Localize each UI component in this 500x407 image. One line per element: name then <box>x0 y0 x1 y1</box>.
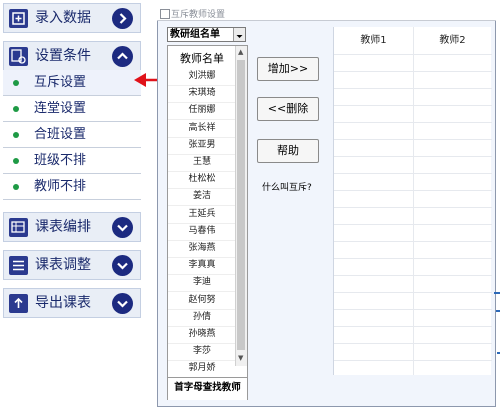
grid-header-teacher1: 教师1 <box>360 35 387 46</box>
nav-enter-data-label: 录入数据 <box>35 10 91 26</box>
edge-decoration <box>496 310 500 312</box>
sub-item-label: 班级不排 <box>34 153 87 168</box>
delete-button[interactable]: <<删除 <box>257 97 319 121</box>
bullet-icon <box>13 158 19 164</box>
grid-row-line <box>334 224 492 225</box>
teacher-list-item[interactable]: 姜洁 <box>168 188 236 207</box>
edge-decoration <box>494 292 500 294</box>
sub-item-label: 合班设置 <box>34 127 87 142</box>
grid-divider <box>413 27 414 375</box>
window-icon <box>160 9 170 19</box>
sub-item-consecutive[interactable]: 连堂设置 <box>3 96 141 122</box>
teacher-list-item[interactable]: 赵何努 <box>168 292 236 310</box>
sub-item-class-exclude[interactable]: 班级不排 <box>3 148 141 174</box>
chevron-up-icon[interactable] <box>112 46 133 67</box>
teacher-list-item[interactable]: 王慧 <box>168 154 236 172</box>
help-button[interactable]: 帮助 <box>257 139 319 163</box>
sub-item-merge-class[interactable]: 合班设置 <box>3 122 141 148</box>
bullet-icon <box>13 80 19 86</box>
sub-item-label: 连堂设置 <box>34 101 87 116</box>
grid-row-line <box>334 105 492 106</box>
schedule-edit-icon <box>9 218 28 237</box>
grid-row-line <box>334 173 492 174</box>
what-is-mutex-link[interactable]: 什么叫互斥? <box>262 180 312 193</box>
grid-row-line <box>334 241 492 242</box>
export-icon <box>9 294 28 313</box>
search-by-initial[interactable]: 首字母查找教师 <box>168 377 247 400</box>
add-button[interactable]: 增加>> <box>257 57 319 81</box>
nav-adjust-schedule-label: 课表调整 <box>35 257 91 273</box>
data-entry-icon <box>9 9 28 28</box>
mutex-grid[interactable]: 教师1 教师2 <box>333 27 492 375</box>
sub-item-label: 教师不排 <box>34 179 87 194</box>
teacher-list-item[interactable]: 高长祥 <box>168 120 236 138</box>
list-scrollbar[interactable]: ▲ ▼ <box>235 46 247 366</box>
grid-row-line <box>334 54 492 55</box>
nav-export-schedule[interactable]: 导出课表 <box>3 288 141 318</box>
nav-enter-data[interactable]: 录入数据 <box>3 3 141 33</box>
grid-row-line <box>334 71 492 72</box>
dropdown-arrow-icon[interactable] <box>233 28 245 41</box>
teacher-list-item[interactable]: 杜松松 <box>168 171 236 190</box>
teacher-list-item[interactable]: 李迪 <box>168 274 236 293</box>
group-combo-value: 教研组名单 <box>170 29 220 40</box>
menu-icon <box>9 256 28 275</box>
sub-item-label: 互斥设置 <box>34 75 87 90</box>
bullet-icon <box>13 106 19 112</box>
sub-item-mutex[interactable]: 互斥设置 <box>3 70 141 96</box>
teacher-list-item[interactable]: 李莎 <box>168 343 236 362</box>
grid-row-line <box>334 190 492 191</box>
grid-header-teacher2: 教师2 <box>439 35 466 46</box>
group-combo[interactable]: 教研组名单 <box>167 27 246 42</box>
grid-row-line <box>334 139 492 140</box>
grid-row-line <box>334 207 492 208</box>
teacher-list-item[interactable]: 郭月娇 <box>168 360 236 379</box>
chevron-down-icon[interactable] <box>112 255 133 276</box>
settings-icon <box>9 47 28 66</box>
grid-row-line <box>334 360 492 361</box>
nav-edit-schedule-label: 课表编排 <box>35 219 91 235</box>
teacher-list-header: 教师名单 <box>180 52 224 65</box>
scroll-up-icon[interactable]: ▲ <box>238 48 243 56</box>
teacher-list-item[interactable]: 王延兵 <box>168 206 236 224</box>
grid-row-line <box>334 275 492 276</box>
nav-adjust-schedule[interactable]: 课表调整 <box>3 250 141 280</box>
grid-row-line <box>334 343 492 344</box>
grid-row-line <box>334 258 492 259</box>
chevron-right-icon[interactable] <box>112 8 133 29</box>
scrollbar-thumb[interactable] <box>237 60 245 350</box>
grid-row-line <box>334 292 492 293</box>
teacher-list-item[interactable]: 宋琪琦 <box>168 85 236 104</box>
dialog-titlebar: 互斥教师设置 <box>157 6 496 21</box>
chevron-down-icon[interactable] <box>112 217 133 238</box>
chevron-down-icon[interactable] <box>112 293 133 314</box>
teacher-list-item[interactable]: 马春伟 <box>168 223 236 241</box>
grid-row-line <box>334 326 492 327</box>
nav-edit-schedule[interactable]: 课表编排 <box>3 212 141 242</box>
teacher-list-item[interactable]: 孙晓燕 <box>168 326 236 344</box>
teacher-list-item[interactable]: 刘洪娜 <box>168 68 236 86</box>
grid-row-line <box>334 122 492 123</box>
sub-item-teacher-exclude[interactable]: 教师不排 <box>3 174 141 200</box>
bullet-icon <box>13 132 19 138</box>
nav-export-schedule-label: 导出课表 <box>35 295 91 311</box>
scroll-down-icon[interactable]: ▼ <box>238 354 243 362</box>
dialog-title: 互斥教师设置 <box>171 10 226 20</box>
grid-row-line <box>334 88 492 89</box>
teacher-list-item[interactable]: 张海燕 <box>168 240 236 258</box>
teacher-list-item[interactable]: 孙倩 <box>168 309 236 327</box>
teacher-list-item[interactable]: 任丽娜 <box>168 102 236 121</box>
teacher-list-item[interactable]: 李真真 <box>168 257 236 276</box>
grid-row-line <box>334 309 492 310</box>
teacher-list[interactable]: 教师名单 刘洪娜 宋琪琦 任丽娜 高长祥 张亚男 王慧 杜松松 姜洁 王延兵 马春伟 张海燕 李真真李… <box>167 45 248 400</box>
bullet-icon <box>13 184 19 190</box>
teacher-list-item[interactable]: 张亚男 <box>168 137 236 155</box>
nav-settings-label: 设置条件 <box>35 48 91 64</box>
nav-settings[interactable]: 设置条件 <box>3 41 141 71</box>
grid-row-line <box>334 156 492 157</box>
